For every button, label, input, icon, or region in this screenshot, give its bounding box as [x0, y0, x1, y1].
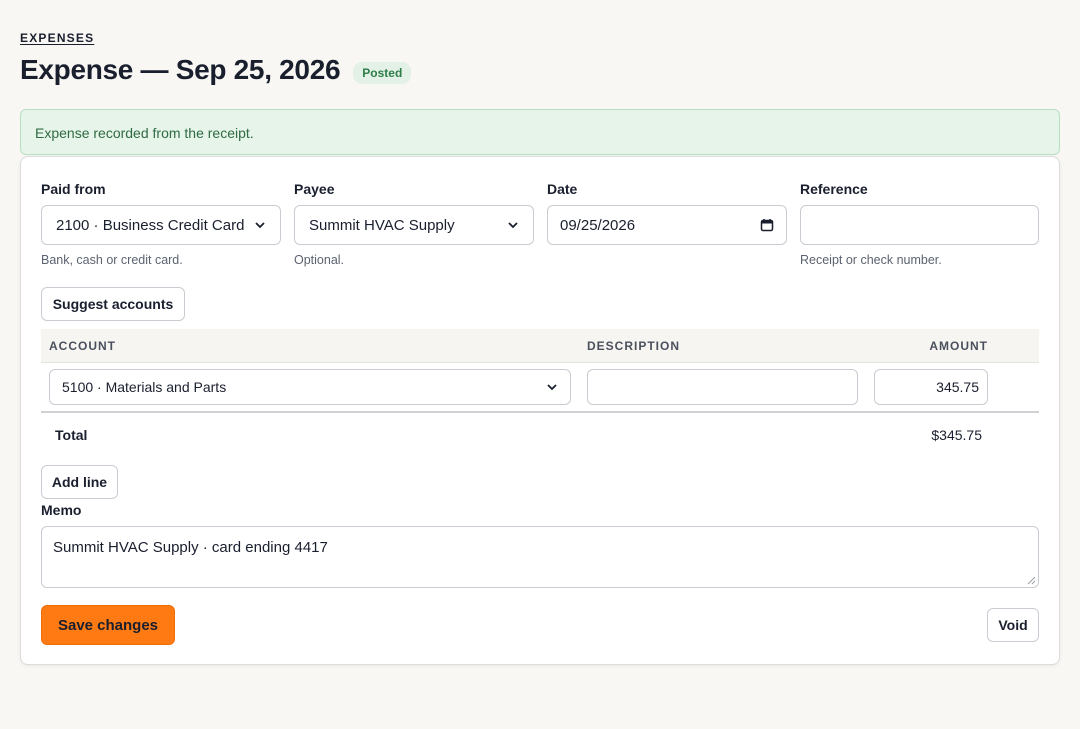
save-changes-button[interactable]: Save changes	[41, 605, 175, 645]
total-row: Total $345.75	[41, 415, 1039, 455]
reference-input[interactable]	[800, 205, 1039, 245]
date-value: 09/25/2026	[560, 216, 636, 234]
resize-handle-icon[interactable]	[1026, 575, 1036, 585]
lines-table-header: ACCOUNT DESCRIPTION AMOUNT	[41, 329, 1039, 363]
payee-select[interactable]: Summit HVAC Supply	[294, 205, 534, 245]
paid-from-value: 2100 · Business Credit Card	[56, 216, 245, 234]
reference-help: Receipt or check number.	[800, 253, 942, 267]
total-value: $345.75	[931, 427, 982, 443]
memo-textarea[interactable]: Summit HVAC Supply · card ending 4417	[41, 526, 1039, 588]
chevron-down-icon	[508, 222, 518, 229]
description-input[interactable]	[587, 369, 858, 405]
calendar-icon[interactable]	[760, 218, 774, 232]
title-row: Expense — Sep 25, 2026 Posted	[20, 54, 412, 86]
table-row: 5100 · Materials and Parts 345.75	[41, 363, 1039, 413]
account-select[interactable]: 5100 · Materials and Parts	[49, 369, 571, 405]
memo-value: Summit HVAC Supply · card ending 4417	[53, 539, 328, 556]
page-title: Expense — Sep 25, 2026	[20, 54, 341, 85]
breadcrumb-expenses[interactable]: EXPENSES	[20, 31, 94, 45]
suggest-accounts-button[interactable]: Suggest accounts	[41, 287, 185, 321]
chevron-down-icon	[547, 384, 557, 391]
page: EXPENSES Expense — Sep 25, 2026 Posted E…	[0, 0, 1080, 729]
chevron-down-icon	[255, 222, 265, 229]
expense-form-card: Paid from 2100 · Business Credit Card Ba…	[20, 156, 1060, 665]
add-line-button[interactable]: Add line	[41, 465, 118, 499]
payee-value: Summit HVAC Supply	[309, 216, 455, 234]
account-value: 5100 · Materials and Parts	[62, 379, 227, 395]
paid-from-label: Paid from	[41, 181, 106, 197]
date-label: Date	[547, 181, 578, 197]
paid-from-help: Bank, cash or credit card.	[41, 253, 183, 267]
account-column-header: ACCOUNT	[49, 339, 116, 353]
payee-help: Optional.	[294, 253, 345, 267]
amount-input[interactable]: 345.75	[874, 369, 988, 405]
reference-label: Reference	[800, 181, 868, 197]
description-column-header: DESCRIPTION	[587, 339, 681, 353]
amount-value: 345.75	[936, 379, 979, 395]
total-label: Total	[55, 427, 88, 443]
paid-from-select[interactable]: 2100 · Business Credit Card	[41, 205, 281, 245]
void-button[interactable]: Void	[987, 608, 1039, 642]
success-alert: Expense recorded from the receipt.	[20, 109, 1060, 155]
status-badge: Posted	[353, 61, 412, 84]
payee-label: Payee	[294, 181, 335, 197]
date-input[interactable]: 09/25/2026	[547, 205, 787, 245]
memo-label: Memo	[41, 502, 82, 518]
amount-column-header: AMOUNT	[929, 339, 988, 353]
